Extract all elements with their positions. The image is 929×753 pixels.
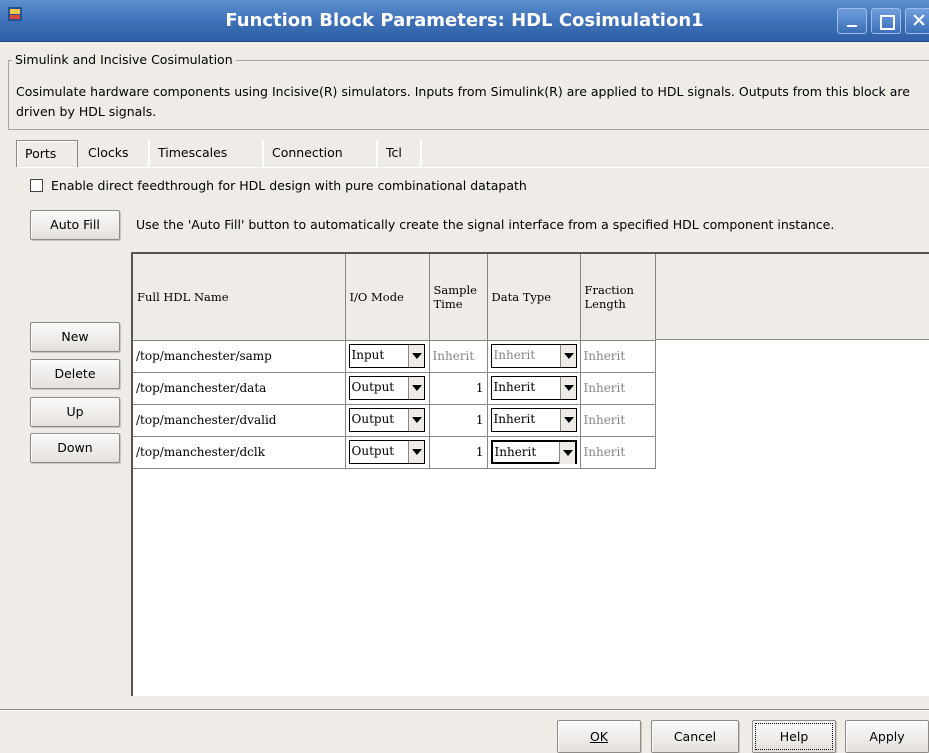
ok-button[interactable]: OK xyxy=(557,720,641,753)
chevron-down-icon[interactable] xyxy=(559,377,576,399)
chevron-down-icon[interactable] xyxy=(407,409,424,431)
tab-clocks[interactable]: Clocks xyxy=(80,140,150,168)
close-button[interactable] xyxy=(905,8,929,34)
new-button[interactable]: New xyxy=(30,322,120,352)
auto-fill-hint: Use the 'Auto Fill' button to automatica… xyxy=(136,217,835,232)
table-header-filler xyxy=(654,254,929,340)
io-mode-select[interactable]: Output xyxy=(348,408,425,432)
cell-hdl-name[interactable]: /top/manchester/dvalid xyxy=(133,404,346,437)
cell-sample-time[interactable]: 1 xyxy=(429,404,488,437)
cell-fraction-length[interactable]: Inherit xyxy=(580,404,656,437)
tab-divider xyxy=(16,167,929,168)
feedthrough-label: Enable direct feedthrough for HDL design… xyxy=(51,178,527,193)
table-row: /top/manchester/samp Input Inherit Inher… xyxy=(133,340,656,373)
ports-grid: Full HDL Name I/O Mode Sample Time Data … xyxy=(133,254,656,469)
minimize-button[interactable] xyxy=(837,8,867,34)
up-button[interactable]: Up xyxy=(30,397,120,427)
col-header-data-type[interactable]: Data Type xyxy=(487,254,581,341)
table-row: /top/manchester/dclk Output 1 Inherit In… xyxy=(133,436,656,469)
chevron-down-icon[interactable] xyxy=(559,345,576,367)
cell-fraction-length[interactable]: Inherit xyxy=(580,372,656,405)
close-icon xyxy=(913,14,925,26)
col-header-fraction-length[interactable]: Fraction Length xyxy=(580,254,656,341)
chevron-down-icon[interactable] xyxy=(559,409,576,431)
feedthrough-checkbox-row[interactable]: Enable direct feedthrough for HDL design… xyxy=(30,178,527,193)
cell-sample-time[interactable]: 1 xyxy=(429,372,488,405)
col-header-sample-time[interactable]: Sample Time xyxy=(429,254,488,341)
data-type-select[interactable]: Inherit xyxy=(490,408,577,432)
help-button[interactable]: Help xyxy=(752,720,836,753)
block-description: Cosimulate hardware components using Inc… xyxy=(16,84,910,119)
window-title: Function Block Parameters: HDL Cosimulat… xyxy=(225,10,704,31)
tab-timescales[interactable]: Timescales xyxy=(150,140,264,168)
table-row: /top/manchester/dvalid Output 1 Inherit … xyxy=(133,404,656,437)
chevron-down-icon[interactable] xyxy=(407,441,424,463)
chevron-down-icon[interactable] xyxy=(407,345,424,367)
maximize-button[interactable] xyxy=(871,8,901,34)
tab-connection[interactable]: Connection xyxy=(264,140,378,168)
chevron-down-icon[interactable] xyxy=(558,442,575,464)
apply-button[interactable]: Apply xyxy=(845,720,929,753)
cell-fraction-length[interactable]: Inherit xyxy=(580,436,656,469)
down-button[interactable]: Down xyxy=(30,433,120,463)
data-type-select[interactable]: Inherit xyxy=(490,376,577,400)
io-mode-select[interactable]: Output xyxy=(348,376,425,400)
data-type-select[interactable]: Inherit xyxy=(490,440,577,464)
col-header-io-mode[interactable]: I/O Mode xyxy=(345,254,430,341)
tab-tcl[interactable]: Tcl xyxy=(378,140,422,168)
io-mode-select[interactable]: Input xyxy=(348,344,425,368)
title-bar[interactable]: Function Block Parameters: HDL Cosimulat… xyxy=(0,0,929,42)
delete-button[interactable]: Delete xyxy=(30,359,120,389)
io-mode-select[interactable]: Output xyxy=(348,440,425,464)
cell-sample-time[interactable]: 1 xyxy=(429,436,488,469)
footer-divider xyxy=(0,709,929,711)
cancel-button[interactable]: Cancel xyxy=(651,720,739,753)
cell-fraction-length[interactable]: Inherit xyxy=(580,340,656,373)
auto-fill-button[interactable]: Auto Fill xyxy=(30,210,120,240)
ports-table: Full HDL Name I/O Mode Sample Time Data … xyxy=(131,252,929,696)
cell-hdl-name[interactable]: /top/manchester/samp xyxy=(133,340,346,373)
chevron-down-icon[interactable] xyxy=(407,377,424,399)
tab-ports[interactable]: Ports xyxy=(16,140,78,168)
data-type-select[interactable]: Inherit xyxy=(490,344,577,368)
cell-sample-time[interactable]: Inherit xyxy=(429,340,488,373)
feedthrough-checkbox[interactable] xyxy=(30,179,43,192)
table-row: /top/manchester/data Output 1 Inherit In… xyxy=(133,372,656,405)
table-header-row: Full HDL Name I/O Mode Sample Time Data … xyxy=(133,254,656,341)
cell-hdl-name[interactable]: /top/manchester/dclk xyxy=(133,436,346,469)
cell-hdl-name[interactable]: /top/manchester/data xyxy=(133,372,346,405)
col-header-full-hdl-name[interactable]: Full HDL Name xyxy=(133,254,346,341)
group-label: Simulink and Incisive Cosimulation xyxy=(12,52,236,67)
